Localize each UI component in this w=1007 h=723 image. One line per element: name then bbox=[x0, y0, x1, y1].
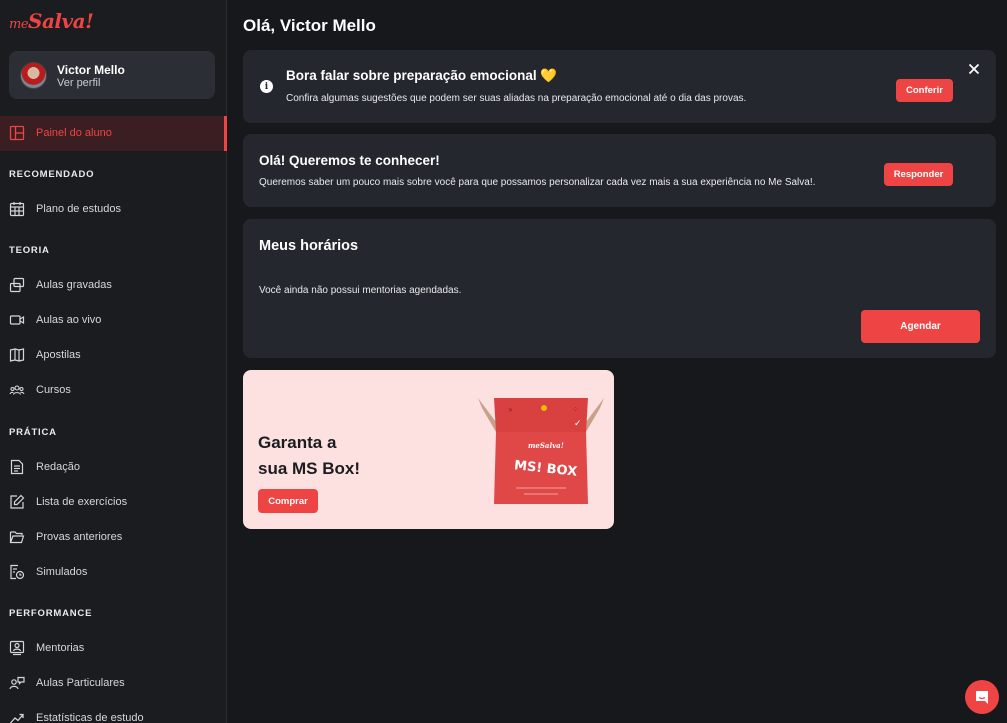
ms-box-promo[interactable]: Garanta a sua MS Box! Comprar » ⁘ ✓ meSa… bbox=[243, 370, 614, 529]
svg-text:»: » bbox=[508, 405, 513, 414]
chat-button[interactable] bbox=[965, 680, 999, 714]
emotional-card-title: Bora falar sobre preparação emocional 💛 bbox=[286, 68, 558, 83]
promo-title: Garanta a sua MS Box! bbox=[258, 433, 361, 478]
sidebar-item-aulas-particulares[interactable]: Aulas Particulares bbox=[9, 673, 219, 693]
calendar-icon bbox=[9, 202, 25, 217]
sidebar-item-plano-de-estudos[interactable]: Plano de estudos bbox=[9, 199, 219, 219]
schedule-card: Meus horários Você ainda não possui ment… bbox=[243, 219, 996, 358]
responder-button[interactable]: Responder bbox=[884, 163, 953, 186]
schedule-card-title: Meus horários bbox=[259, 238, 359, 254]
view-profile-link[interactable]: Ver perfil bbox=[57, 77, 100, 89]
info-icon: i bbox=[260, 80, 273, 93]
private-lesson-icon bbox=[9, 676, 25, 690]
page-title: Olá, Victor Mello bbox=[243, 16, 376, 35]
emotional-prep-card: i Bora falar sobre preparação emocional … bbox=[243, 50, 996, 123]
sidebar-item-lista-de-exercicios[interactable]: Lista de exercícios bbox=[9, 492, 219, 512]
section-title-performance: PERFORMANCE bbox=[9, 608, 93, 619]
edit-icon bbox=[10, 494, 25, 509]
sidebar: meSalva! Victor Mello Ver perfil Painel … bbox=[0, 0, 227, 723]
conferir-button[interactable]: Conferir bbox=[896, 79, 953, 102]
svg-text:⁘: ⁘ bbox=[572, 405, 579, 414]
svg-text:meSalva!: meSalva! bbox=[528, 441, 564, 450]
chat-icon bbox=[976, 691, 988, 704]
survey-card-title: Olá! Queremos te conhecer! bbox=[259, 153, 440, 168]
sidebar-item-simulados[interactable]: Simulados bbox=[9, 562, 219, 582]
people-icon bbox=[9, 385, 25, 395]
sidebar-item-apostilas[interactable]: Apostilas bbox=[9, 345, 219, 365]
section-title-teoria: TEORIA bbox=[9, 245, 50, 256]
profile-name: Victor Mello bbox=[57, 63, 125, 77]
ms-box-image: » ⁘ ✓ meSalva! MS! BOX bbox=[478, 398, 604, 504]
sidebar-item-aulas-ao-vivo[interactable]: Aulas ao vivo bbox=[9, 310, 219, 330]
sidebar-item-cursos[interactable]: Cursos bbox=[9, 380, 219, 400]
section-title-recomendado: RECOMENDADO bbox=[9, 169, 95, 180]
folder-icon bbox=[9, 531, 25, 544]
exam-clock-icon bbox=[10, 564, 25, 580]
sidebar-item-estatisticas-de-estudo[interactable]: Estatísticas de estudo bbox=[9, 708, 219, 723]
mentor-icon bbox=[9, 640, 25, 656]
video-camera-icon bbox=[9, 315, 25, 325]
section-title-pratica: PRÁTICA bbox=[9, 427, 57, 438]
close-icon[interactable] bbox=[968, 63, 980, 75]
recorded-lessons-icon bbox=[9, 277, 25, 293]
sidebar-item-redacao[interactable]: Redação bbox=[9, 457, 219, 477]
me-salva-logo[interactable]: meSalva! bbox=[9, 9, 94, 33]
agendar-button[interactable]: Agendar bbox=[861, 310, 980, 343]
survey-card: Olá! Queremos te conhecer! Queremos sabe… bbox=[243, 134, 996, 207]
schedule-empty-text: Você ainda não possui mentorias agendada… bbox=[259, 285, 462, 296]
profile-card[interactable]: Victor Mello Ver perfil bbox=[9, 51, 215, 99]
comprar-button[interactable]: Comprar bbox=[258, 489, 318, 513]
dashboard-icon bbox=[9, 125, 25, 141]
sidebar-item-provas-anteriores[interactable]: Provas anteriores bbox=[9, 527, 219, 547]
avatar bbox=[20, 62, 47, 89]
sidebar-item-aulas-gravadas[interactable]: Aulas gravadas bbox=[9, 275, 219, 295]
sidebar-item-painel-do-aluno[interactable]: Painel do aluno bbox=[9, 123, 219, 143]
book-icon bbox=[9, 348, 25, 362]
svg-text:✓: ✓ bbox=[574, 419, 582, 429]
emotional-card-text: Confira algumas sugestões que podem ser … bbox=[286, 93, 747, 104]
sidebar-item-mentorias[interactable]: Mentorias bbox=[9, 638, 219, 658]
survey-card-text: Queremos saber um pouco mais sobre você … bbox=[259, 177, 816, 188]
document-icon bbox=[10, 459, 24, 475]
chart-line-icon bbox=[10, 713, 24, 723]
